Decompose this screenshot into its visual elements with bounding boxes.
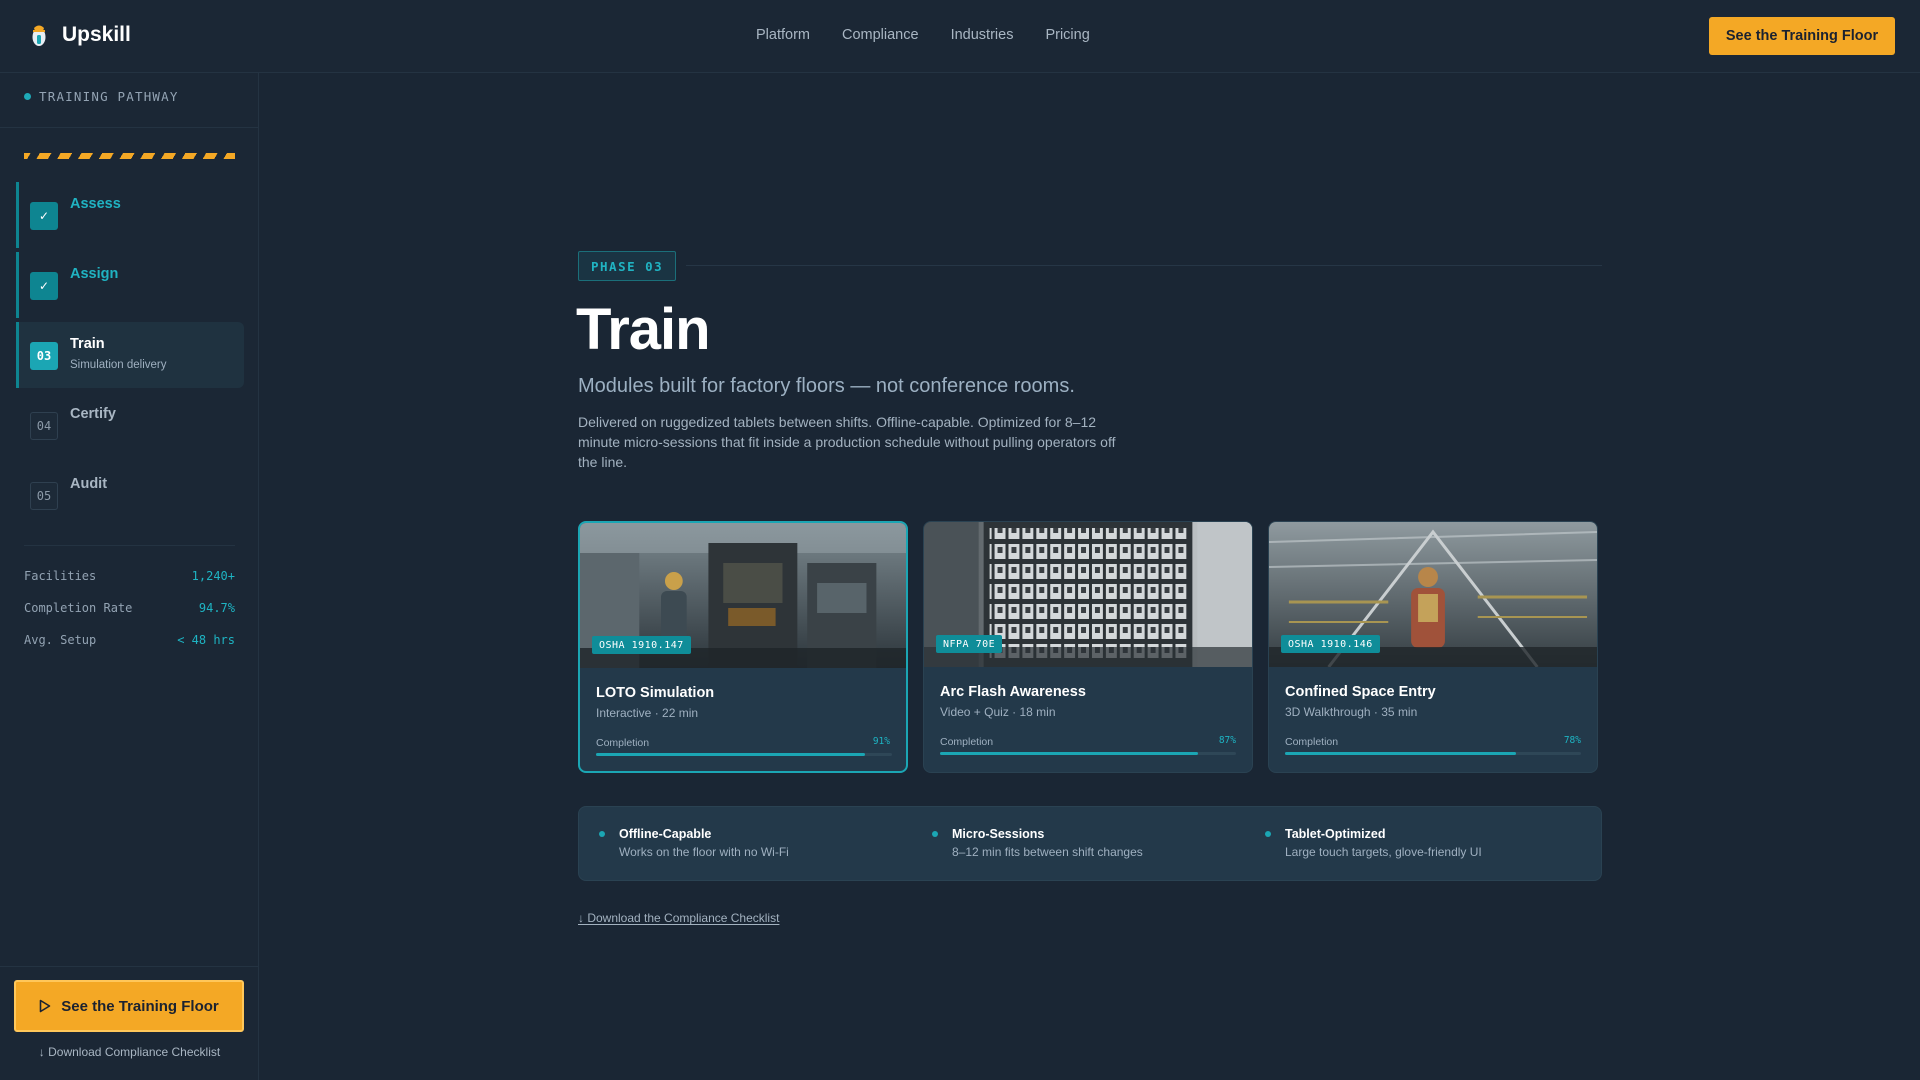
feature-desc: Works on the floor with no Wi-Fi [619, 845, 789, 859]
module-card-arc-flash[interactable]: NFPA 70E Arc Flash Awareness Video + Qui… [923, 521, 1253, 773]
step-label: Audit [70, 476, 108, 492]
module-cards: OSHA 1910.147 LOTO Simulation Interactiv… [578, 521, 1598, 773]
sidebar-cta-button[interactable]: See the Training Floor [14, 980, 244, 1032]
card-completion-label: Completion [1285, 736, 1339, 748]
nav-link-pricing[interactable]: Pricing [1045, 27, 1089, 43]
brand-name: Upskill [62, 23, 131, 46]
step-label: Train [70, 336, 105, 352]
stat-label: Avg. Setup [24, 633, 97, 647]
nav-link-platform[interactable]: Platform [756, 27, 810, 43]
page-description: Delivered on ruggedized tablets between … [578, 414, 1116, 470]
stat-value: 94.7% [198, 601, 235, 615]
step-train[interactable]: 03 Train Simulation delivery [16, 322, 244, 388]
card-meta: Interactive · 22 min [596, 706, 699, 720]
card-meta: 3D Walkthrough · 35 min [1285, 705, 1418, 719]
progress-track [596, 753, 892, 756]
sidebar-stats: Facilities 1,240+ Completion Rate 94.7% … [24, 569, 235, 665]
stat-label: Completion Rate [24, 601, 133, 615]
progress-fill [940, 752, 1198, 755]
card-tag: OSHA 1910.147 [592, 636, 691, 654]
step-number: 05 [30, 482, 58, 510]
module-card-confined-space[interactable]: OSHA 1910.146 Confined Space Entry 3D Wa… [1268, 521, 1598, 773]
pathway-steps: ✓ Assess ✓ Assign 03 Train Simulation de… [16, 182, 244, 532]
check-icon: ✓ [30, 202, 58, 230]
stat-facilities: Facilities 1,240+ [24, 569, 235, 601]
top-navbar: Upskill Platform Compliance Industries P… [0, 0, 1920, 73]
card-completion-label: Completion [940, 736, 994, 748]
card-meta: Video + Quiz · 18 min [940, 705, 1056, 719]
stat-value: < 48 hrs [177, 633, 235, 647]
sidebar-divider [0, 966, 259, 967]
brand[interactable]: Upskill [28, 22, 131, 48]
card-completion-value: 91% [872, 736, 890, 747]
card-completion-value: 78% [1563, 735, 1581, 746]
step-sublabel: Simulation delivery [70, 359, 167, 371]
status-dot-icon [24, 93, 31, 100]
step-label: Certify [70, 406, 116, 422]
main-nav: Platform Compliance Industries Pricing [756, 27, 1090, 43]
sidebar-cta-label: See the Training Floor [61, 997, 219, 1015]
sidebar: TRAINING PATHWAY ✓ Assess ✓ Assign 03 Tr… [0, 73, 259, 1080]
feature-desc: Large touch targets, glove-friendly UI [1285, 845, 1482, 859]
nav-link-compliance[interactable]: Compliance [842, 27, 919, 43]
check-icon: ✓ [30, 272, 58, 300]
sidebar-divider [0, 127, 259, 128]
step-number: 03 [30, 342, 58, 370]
bullet-dot-icon [1265, 831, 1271, 837]
sidebar-divider [24, 545, 235, 546]
sidebar-heading: TRAINING PATHWAY [24, 89, 179, 104]
card-title: Arc Flash Awareness [940, 684, 1086, 700]
progress-fill [1285, 752, 1516, 755]
hazard-stripe [24, 153, 235, 159]
stat-label: Facilities [24, 569, 97, 583]
stat-value: 1,240+ [191, 569, 235, 583]
module-card-loto[interactable]: OSHA 1910.147 LOTO Simulation Interactiv… [578, 521, 908, 773]
brand-logo-icon [32, 25, 46, 46]
card-completion-value: 87% [1218, 735, 1236, 746]
step-label: Assign [70, 266, 119, 282]
card-completion-label: Completion [596, 737, 650, 749]
step-label: Assess [70, 196, 121, 212]
step-number: 04 [30, 412, 58, 440]
step-audit[interactable]: 05 Audit [16, 462, 244, 528]
bullet-dot-icon [599, 831, 605, 837]
card-title: LOTO Simulation [596, 685, 715, 701]
progress-track [940, 752, 1236, 755]
feature-desc: 8–12 min fits between shift changes [952, 845, 1143, 859]
feature-title: Tablet-Optimized [1285, 827, 1386, 841]
page-title: Train [576, 297, 711, 362]
step-assess[interactable]: ✓ Assess [16, 182, 244, 248]
sidebar-heading-text: TRAINING PATHWAY [39, 89, 179, 104]
step-certify[interactable]: 04 Certify [16, 392, 244, 458]
stat-completion-rate: Completion Rate 94.7% [24, 601, 235, 633]
step-assign[interactable]: ✓ Assign [16, 252, 244, 318]
phase-divider [686, 265, 1602, 266]
features-strip: Offline-Capable Works on the floor with … [578, 806, 1602, 881]
feature-title: Offline-Capable [619, 827, 712, 841]
page-subtitle: Modules built for factory floors — not c… [578, 375, 1075, 397]
stat-avg-setup: Avg. Setup < 48 hrs [24, 633, 235, 665]
play-icon [39, 999, 51, 1013]
sidebar-download-link[interactable]: ↓ Download Compliance Checklist [0, 1045, 259, 1059]
progress-fill [596, 753, 866, 756]
nav-link-industries[interactable]: Industries [951, 27, 1014, 43]
feature-title: Micro-Sessions [952, 827, 1045, 841]
card-tag: NFPA 70E [936, 635, 1003, 653]
card-tag: OSHA 1910.146 [1281, 635, 1380, 653]
card-title: Confined Space Entry [1285, 684, 1436, 700]
header-cta-button[interactable]: See the Training Floor [1709, 17, 1895, 55]
bullet-dot-icon [932, 831, 938, 837]
download-checklist-link[interactable]: ↓ Download the Compliance Checklist [578, 911, 779, 925]
progress-track [1285, 752, 1581, 755]
phase-tag: PHASE 03 [578, 251, 677, 281]
